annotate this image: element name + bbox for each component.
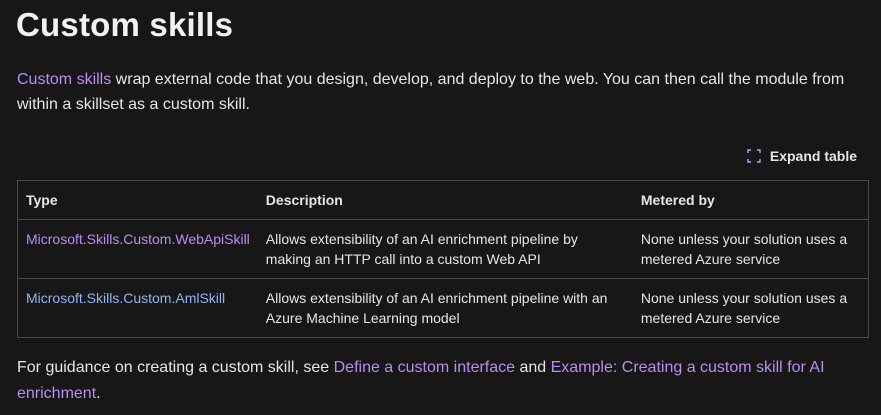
table-row: Microsoft.Skills.Custom.WebApiSkill Allo…: [17, 219, 869, 279]
expand-table-label: Expand table: [769, 148, 857, 164]
type-cell: Microsoft.Skills.Custom.WebApiSkill: [17, 219, 258, 279]
column-header-description: Description: [257, 180, 633, 220]
guidance-prefix: For guidance on creating a custom skill,…: [17, 359, 334, 376]
amlskill-link[interactable]: Microsoft.Skills.Custom.AmlSkill: [26, 290, 225, 306]
metered-by-cell: None unless your solution uses a metered…: [632, 278, 869, 338]
guidance-middle: and: [515, 359, 551, 376]
expand-icon: [747, 149, 761, 163]
intro-text: wrap external code that you design, deve…: [17, 71, 845, 113]
webapiskill-link[interactable]: Microsoft.Skills.Custom.WebApiSkill: [26, 231, 250, 247]
column-header-metered-by: Metered by: [632, 180, 869, 220]
column-header-type: Type: [17, 180, 258, 220]
metered-by-cell: None unless your solution uses a metered…: [632, 219, 869, 279]
page: Custom skills Custom skills wrap externa…: [0, 0, 881, 415]
guidance-suffix: .: [96, 385, 101, 402]
define-custom-interface-link[interactable]: Define a custom interface: [334, 359, 515, 376]
table-header-row: Type Description Metered by: [17, 180, 869, 220]
description-cell: Allows extensibility of an AI enrichment…: [257, 219, 633, 279]
intro-paragraph: Custom skills wrap external code that yo…: [17, 67, 867, 117]
page-title: Custom skills: [16, 6, 234, 43]
expand-table-button[interactable]: Expand table: [747, 148, 857, 164]
table-row: Microsoft.Skills.Custom.AmlSkill Allows …: [17, 278, 869, 338]
type-cell: Microsoft.Skills.Custom.AmlSkill: [17, 278, 258, 338]
custom-skills-table: Type Description Metered by Microsoft.Sk…: [17, 180, 869, 338]
guidance-paragraph: For guidance on creating a custom skill,…: [17, 355, 867, 407]
custom-skills-link[interactable]: Custom skills: [17, 71, 111, 88]
description-cell: Allows extensibility of an AI enrichment…: [257, 278, 633, 338]
